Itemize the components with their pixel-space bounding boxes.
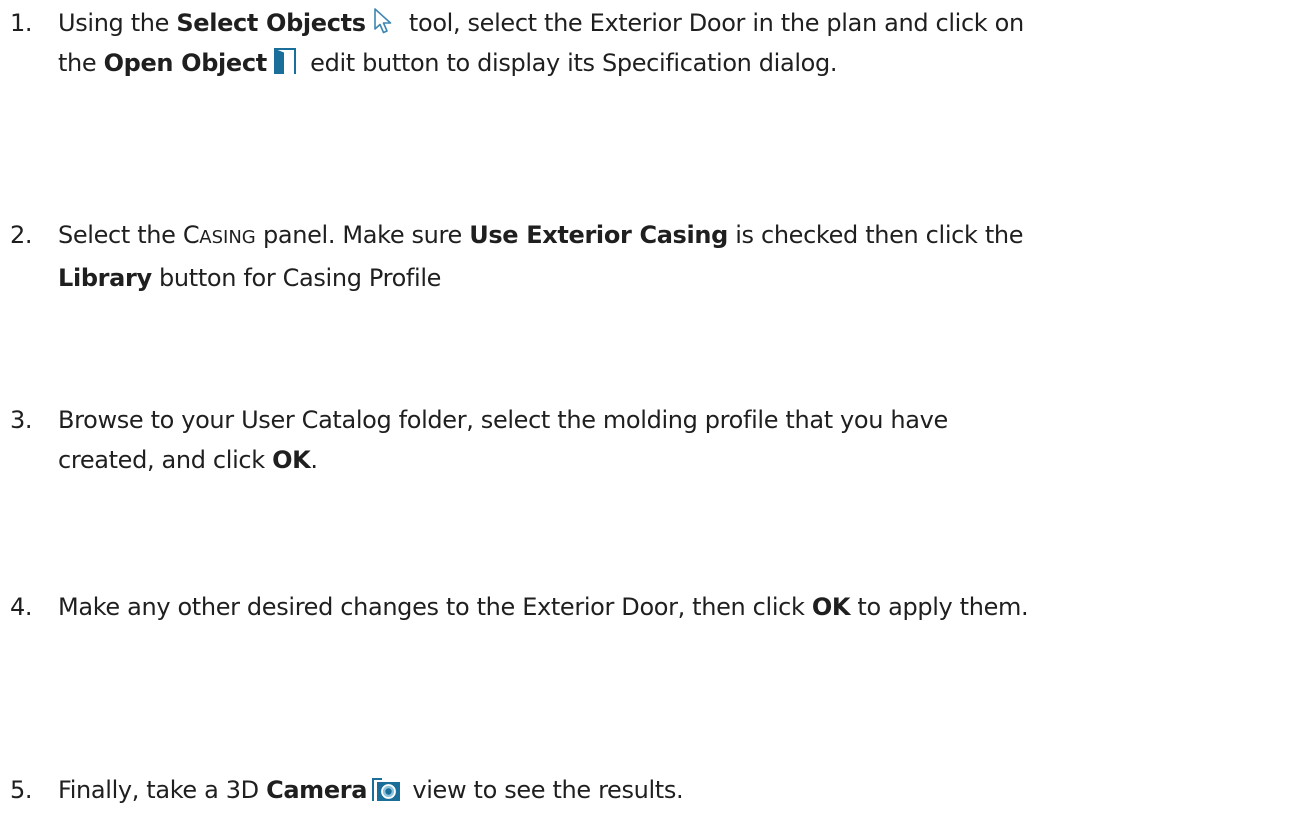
step-1: 1. Using the Select Objects tool, select …	[10, 3, 1310, 83]
step-text: tool, select the Exterior Door in the pl…	[401, 9, 1024, 37]
step-5: 5. Finally, take a 3D Camera view to see …	[10, 770, 1310, 810]
select-objects-arrow-icon	[371, 7, 397, 35]
step-number: 4.	[10, 593, 33, 621]
step-text: Make any other desired changes to the Ex…	[58, 593, 812, 621]
step-2: 2. Select the CASING panel. Make sure Use…	[10, 215, 1310, 298]
step-text: panel. Make sure	[255, 221, 470, 249]
step-number: 1.	[10, 9, 33, 37]
step-number: 5.	[10, 776, 33, 804]
step-text: view to see the results.	[405, 776, 684, 804]
step-text: Select the	[58, 221, 183, 249]
button-name: Library	[58, 264, 152, 292]
step-text: is checked then click the	[727, 221, 1024, 249]
step-continuation: the Open Object edit button to display i…	[58, 47, 838, 77]
button-name: Open Object	[103, 49, 268, 77]
step-text: Using the	[58, 9, 177, 37]
step-4: 4. Make any other desired changes to the …	[10, 587, 1310, 627]
open-object-door-icon	[272, 47, 298, 75]
step-number: 2.	[10, 221, 33, 249]
tool-name: Camera	[266, 776, 368, 804]
step-continuation: Library button for Casing Profile	[58, 264, 442, 292]
camera-icon	[371, 776, 401, 802]
instruction-steps: 1. Using the Select Objects tool, select …	[0, 0, 1316, 830]
step-text: to apply them.	[850, 593, 1029, 621]
step-number: 3.	[10, 406, 33, 434]
button-name: OK	[272, 446, 311, 474]
step-3: 3. Browse to your User Catalog folder, se…	[10, 400, 1310, 480]
panel-name-rest: ASING	[199, 227, 256, 248]
button-name: OK	[811, 593, 851, 621]
step-text: Browse to your User Catalog folder, sele…	[58, 406, 948, 434]
step-text: Finally, take a 3D	[58, 776, 267, 804]
step-continuation: created, and click OK.	[58, 446, 318, 474]
tool-name: Select Objects	[176, 9, 366, 37]
option-name: Use Exterior Casing	[469, 221, 728, 249]
panel-name-initial: C	[182, 221, 200, 249]
